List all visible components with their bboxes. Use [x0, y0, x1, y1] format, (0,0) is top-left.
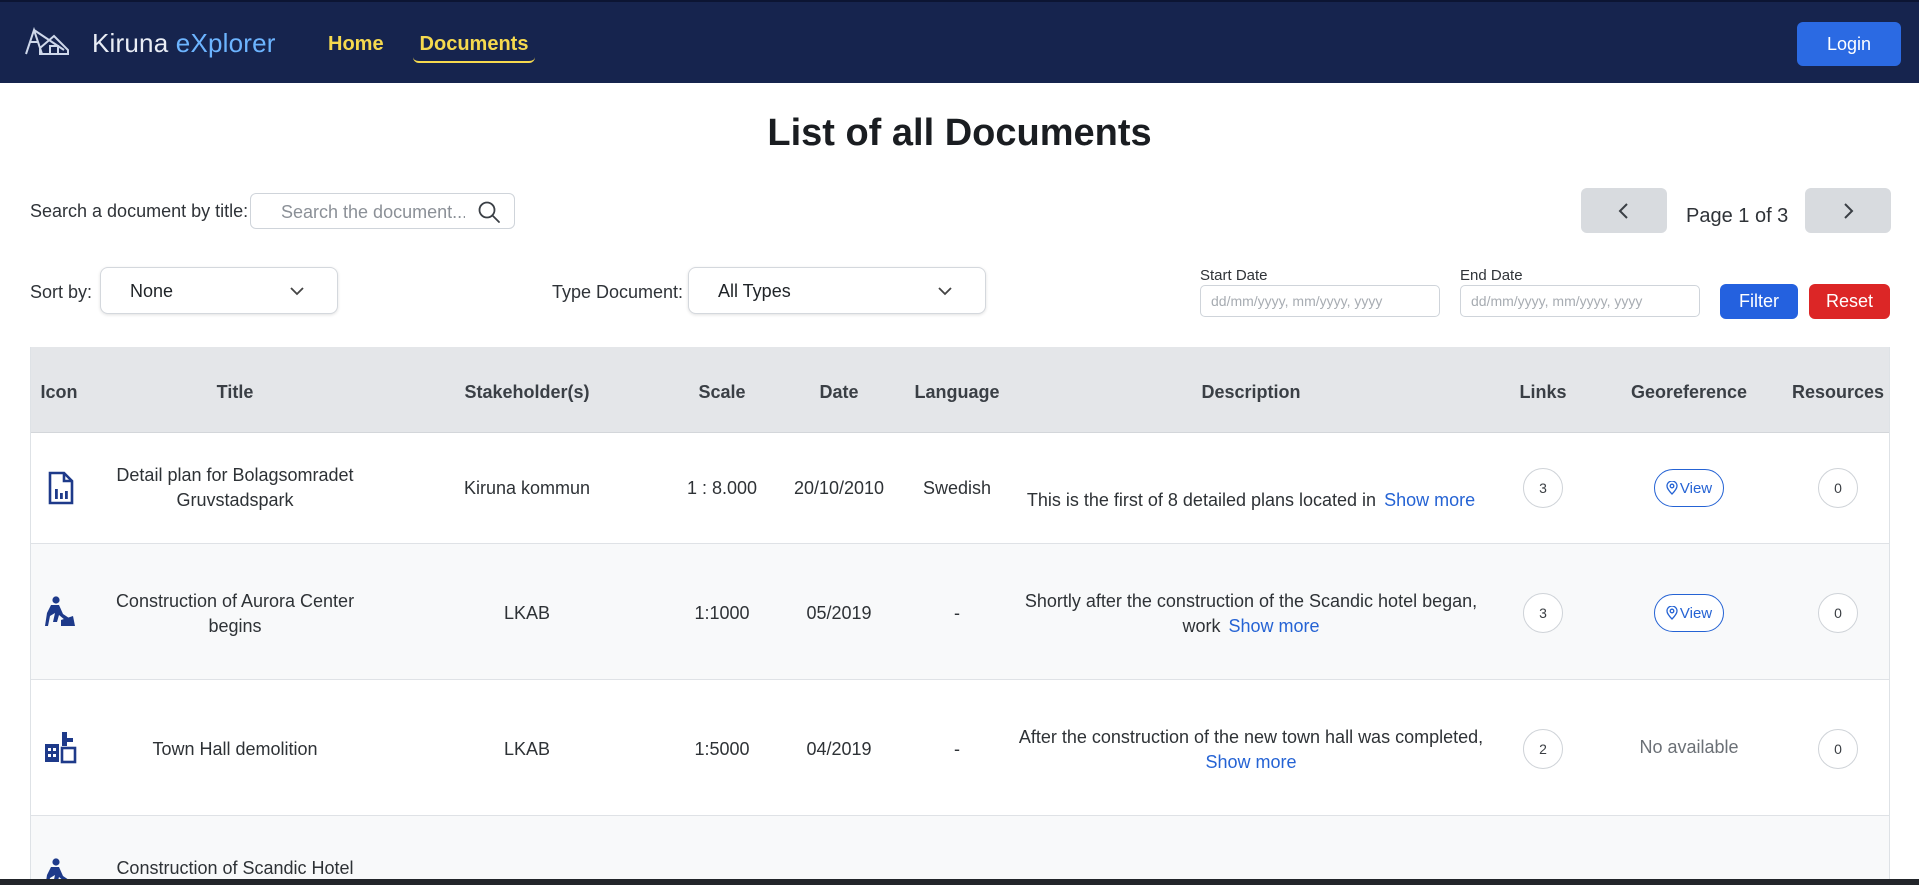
links-count[interactable]: 2 [1523, 729, 1563, 769]
row-scale: 1 : 8.000 [686, 478, 758, 498]
show-more-link[interactable]: Show more [1228, 616, 1319, 636]
end-date-input[interactable] [1460, 285, 1700, 317]
header-date: Date [819, 382, 859, 402]
next-page-button[interactable] [1805, 188, 1891, 233]
row-stakeholder: LKAB [503, 739, 551, 759]
row-description: After the construction of the new town h… [1006, 725, 1496, 775]
search-input[interactable] [265, 200, 465, 224]
resources-count[interactable]: 0 [1818, 593, 1858, 633]
header-title: Title [216, 382, 254, 402]
navbar: Kiruna eXplorer Home Documents Login [0, 0, 1919, 83]
show-more-link[interactable]: Show more [1384, 490, 1475, 510]
georeference-unavailable: No available [1639, 737, 1739, 757]
row-title: Construction of Scandic Hotel [116, 858, 354, 878]
show-more-link[interactable]: Show more [1205, 752, 1296, 772]
search-box [250, 193, 515, 229]
page-title: List of all Documents [767, 112, 1152, 154]
document-chart-icon [48, 471, 74, 505]
type-select[interactable]: All Types [688, 267, 986, 314]
row-title: Detail plan for Bolagsomradet Gruvstadsp… [116, 465, 354, 510]
row-scale: 1:5000 [694, 739, 750, 759]
header-scale: Scale [698, 382, 746, 402]
view-label: View [1679, 479, 1713, 497]
header-georeference: Georeference [1630, 382, 1748, 402]
chevron-right-icon [1844, 203, 1854, 219]
sort-label: Sort by: [30, 282, 93, 302]
documents-table: Icon Title Stakeholder(s) Scale Date Lan… [30, 347, 1890, 885]
reset-button[interactable]: Reset [1809, 284, 1890, 319]
table-row[interactable]: Town Hall demolition LKAB 1:5000 04/2019… [31, 680, 1889, 816]
filter-button[interactable]: Filter [1720, 284, 1798, 319]
header-links: Links [1519, 382, 1567, 402]
table-row[interactable]: Construction of Scandic Hotel [31, 816, 1889, 885]
chevron-left-icon [1618, 203, 1628, 219]
mining-logo-icon [25, 26, 69, 55]
row-title: Construction of Aurora Center begins [115, 591, 355, 636]
header-description: Description [1201, 382, 1301, 402]
location-pin-icon [1666, 479, 1678, 495]
start-date-input[interactable] [1200, 285, 1440, 317]
brand-accent: eXplorer [175, 28, 276, 58]
page-indicator: Page 1 of 3 [1686, 205, 1789, 227]
nav-home-link[interactable]: Home [328, 33, 384, 56]
header-resources: Resources [1791, 382, 1885, 402]
row-date: 20/10/2010 [793, 478, 885, 498]
sort-select[interactable]: None [100, 267, 338, 314]
row-language: Swedish [922, 478, 992, 498]
view-georeference-button[interactable]: View [1654, 594, 1724, 632]
row-stakeholder: LKAB [503, 603, 551, 623]
header-icon: Icon [40, 382, 78, 402]
row-date: 05/2019 [806, 603, 872, 623]
row-description: Shortly after the construction of the Sc… [1021, 589, 1481, 639]
search-label: Search a document by title: [30, 201, 249, 221]
row-date: 04/2019 [806, 739, 872, 759]
search-icon[interactable] [477, 200, 501, 224]
screen-bottom-edge [0, 879, 1919, 885]
brand-title[interactable]: Kiruna eXplorer [92, 28, 276, 59]
demolition-icon [45, 732, 77, 764]
prev-page-button[interactable] [1581, 188, 1667, 233]
table-row[interactable]: Detail plan for Bolagsomradet Gruvstadsp… [31, 433, 1889, 544]
location-pin-icon [1666, 604, 1678, 620]
row-title: Town Hall demolition [152, 739, 318, 759]
header-language: Language [914, 382, 1000, 402]
description-text: After the construction of the new town h… [1018, 727, 1484, 747]
description-text: This is the first of 8 detailed plans lo… [1026, 490, 1377, 510]
construction-worker-icon [45, 596, 75, 626]
type-label: Type Document: [552, 282, 684, 302]
row-stakeholder: Kiruna kommun [463, 478, 591, 498]
view-georeference-button[interactable]: View [1654, 469, 1724, 507]
login-button[interactable]: Login [1797, 22, 1901, 66]
row-language: - [954, 603, 960, 623]
brand-main: Kiruna [92, 28, 176, 58]
resources-count[interactable]: 0 [1818, 729, 1858, 769]
type-value: All Types [718, 281, 791, 301]
end-date-label: End Date [1460, 267, 1523, 284]
start-date-label: Start Date [1200, 267, 1268, 284]
links-count[interactable]: 3 [1523, 468, 1563, 508]
resources-count[interactable]: 0 [1818, 468, 1858, 508]
chevron-down-icon [290, 287, 304, 296]
links-count[interactable]: 3 [1523, 593, 1563, 633]
row-scale: 1:1000 [694, 603, 750, 623]
row-description: This is the first of 8 detailed plans lo… [1011, 488, 1491, 513]
table-row[interactable]: Construction of Aurora Center begins LKA… [31, 544, 1889, 680]
sort-value: None [130, 281, 174, 301]
view-label: View [1679, 604, 1713, 622]
header-stakeholders: Stakeholder(s) [464, 382, 590, 402]
row-language: - [954, 739, 960, 759]
table-header: Icon Title Stakeholder(s) Scale Date Lan… [31, 347, 1889, 433]
nav-documents-link[interactable]: Documents [413, 30, 535, 63]
chevron-down-icon [938, 287, 952, 296]
